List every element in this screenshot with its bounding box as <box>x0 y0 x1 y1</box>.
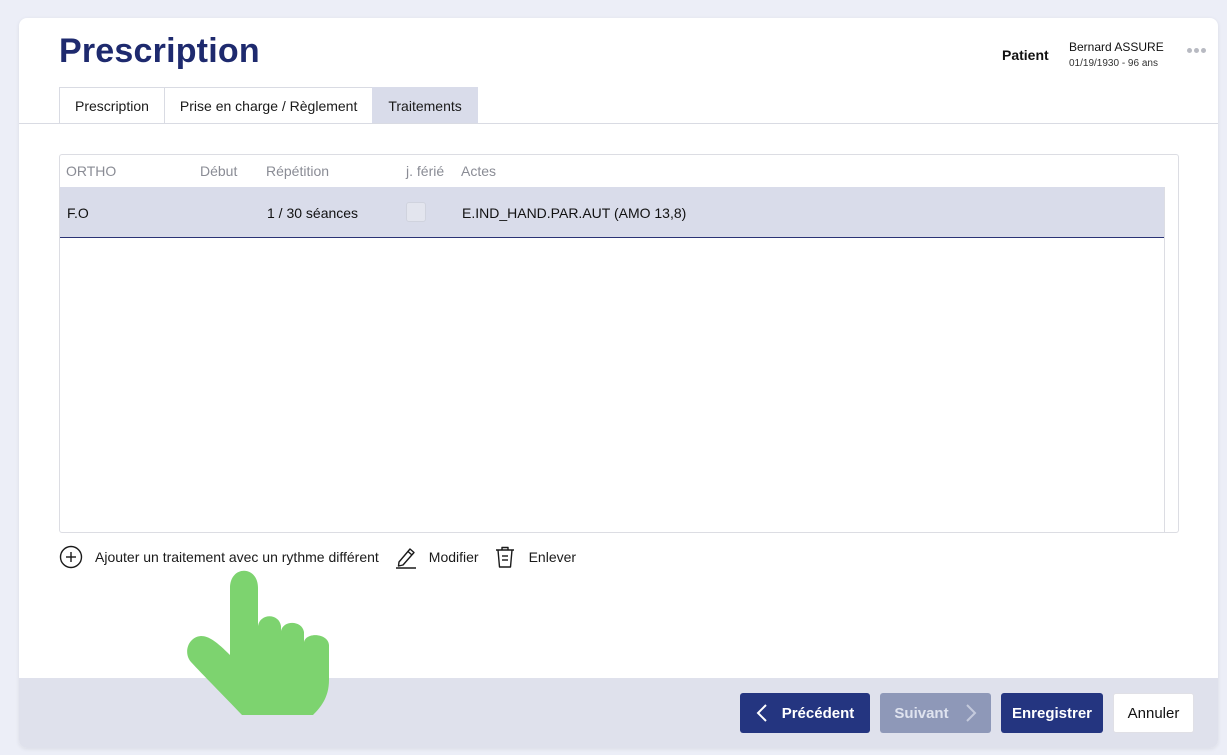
cell-ortho: F.O <box>67 205 89 221</box>
patient-dob: 01/19/1930 - 96 ans <box>1069 58 1158 69</box>
next-label: Suivant <box>894 704 949 722</box>
cell-actes: E.IND_HAND.PAR.AUT (AMO 13,8) <box>462 205 687 221</box>
treatments-table: ORTHO Début Répétition j. férié Actes F.… <box>59 154 1179 533</box>
tab-prise-en-charge[interactable]: Prise en charge / Règlement <box>163 87 374 124</box>
patient-name: Bernard ASSURE <box>1069 40 1164 54</box>
remove-button[interactable]: Enlever <box>495 545 576 569</box>
table-actions: Ajouter un traitement avec un rythme dif… <box>59 544 576 570</box>
tab-prescription[interactable]: Prescription <box>59 87 165 124</box>
pencil-icon <box>395 548 416 569</box>
table-scrollbar[interactable] <box>1164 187 1165 532</box>
chevron-left-icon <box>756 704 767 722</box>
prescription-card: Prescription Patient Bernard ASSURE 01/1… <box>19 18 1218 748</box>
edit-button[interactable]: Modifier <box>395 545 479 569</box>
tab-bar: Prescription Prise en charge / Règlement… <box>59 87 478 124</box>
footer-bar: Précédent Suivant Enregistrer Annuler <box>19 678 1218 748</box>
remove-label: Enlever <box>528 549 577 565</box>
save-button[interactable]: Enregistrer <box>1001 693 1103 733</box>
tabs-divider <box>19 123 1218 124</box>
trash-icon <box>495 546 514 568</box>
cell-repetition: 1 / 30 séances <box>267 205 359 221</box>
patient-label: Patient <box>1002 47 1049 63</box>
ferie-checkbox[interactable] <box>406 202 426 222</box>
add-treatment-button[interactable]: Ajouter un traitement avec un rythme dif… <box>59 545 379 569</box>
table-row[interactable]: F.O 1 / 30 séances E.IND_HAND.PAR.AUT (A… <box>60 187 1164 238</box>
column-header-ferie[interactable]: j. férié <box>406 163 444 179</box>
edit-label: Modifier <box>428 549 479 565</box>
column-header-debut[interactable]: Début <box>200 163 237 179</box>
add-treatment-label: Ajouter un traitement avec un rythme dif… <box>95 549 379 565</box>
more-icon[interactable] <box>1187 48 1206 53</box>
chevron-right-icon <box>965 704 977 722</box>
column-header-ortho[interactable]: ORTHO <box>66 163 116 179</box>
cancel-button[interactable]: Annuler <box>1113 693 1194 733</box>
previous-label: Précédent <box>781 704 855 722</box>
table-header: ORTHO Début Répétition j. férié Actes <box>60 155 1178 187</box>
next-button[interactable]: Suivant <box>880 693 991 733</box>
plus-circle-icon <box>59 545 83 569</box>
page-title: Prescription <box>59 32 260 70</box>
previous-button[interactable]: Précédent <box>740 693 870 733</box>
column-header-repetition[interactable]: Répétition <box>266 163 329 179</box>
tab-traitements[interactable]: Traitements <box>372 87 478 124</box>
column-header-actes[interactable]: Actes <box>461 163 496 179</box>
